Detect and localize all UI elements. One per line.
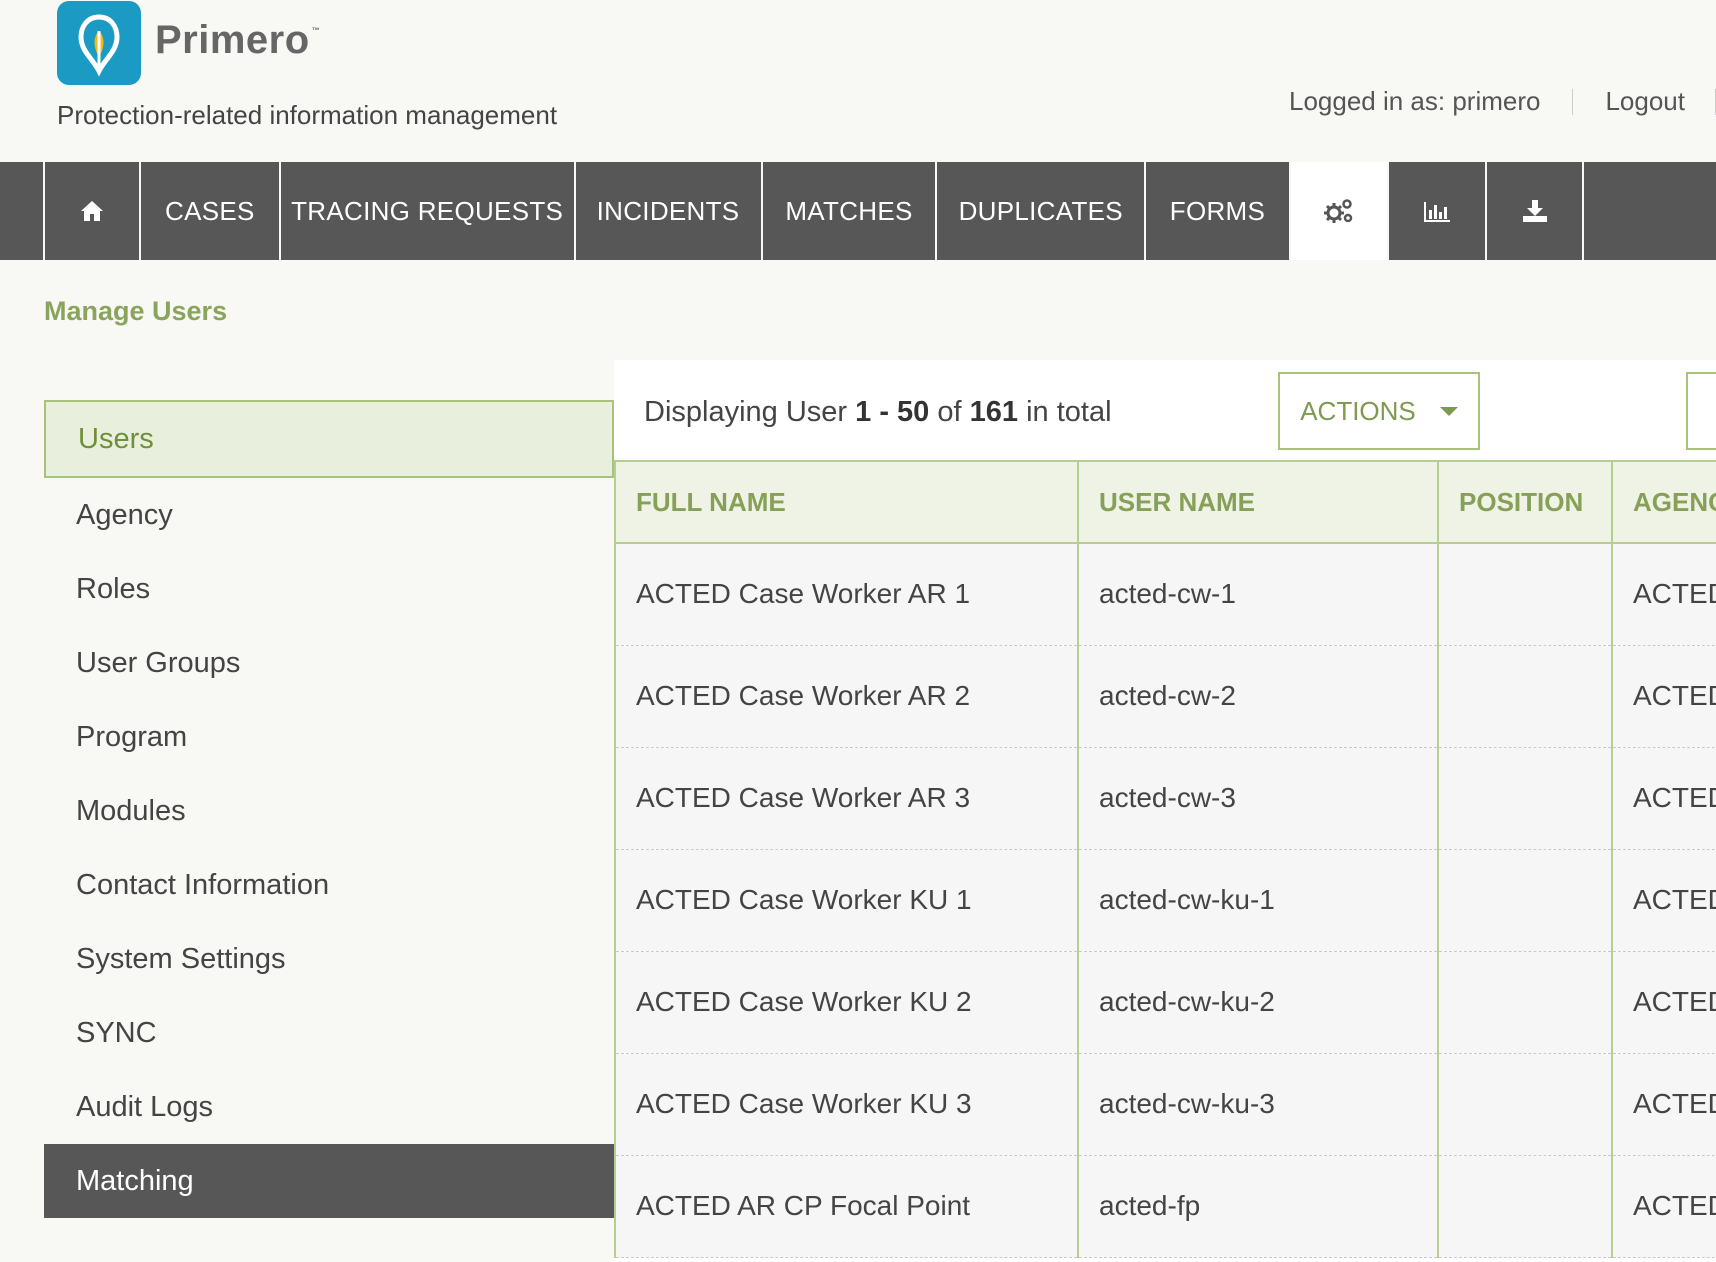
table-header-row: FULL NAME USER NAME POSITION AGENCY — [614, 460, 1716, 544]
sidebar-item-system-settings[interactable]: System Settings — [44, 922, 614, 996]
cell-agency: ACTED — [1611, 645, 1716, 748]
column-header-agency[interactable]: AGENCY — [1611, 460, 1716, 544]
sidebar-item-program[interactable]: Program — [44, 700, 614, 774]
cell-user-name: acted-cw-3 — [1077, 747, 1439, 850]
cell-agency: ACTED — [1611, 1053, 1716, 1156]
chevron-down-icon — [1439, 406, 1458, 416]
cell-user-name: acted-cw-ku-3 — [1077, 1053, 1439, 1156]
main-nav: CASES TRACING REQUESTS INCIDENTS MATCHES… — [0, 162, 1716, 260]
column-header-user-name[interactable]: USER NAME — [1077, 460, 1439, 544]
actions-label: ACTIONS — [1300, 395, 1416, 426]
nav-export[interactable] — [1485, 162, 1581, 260]
cell-user-name: acted-cw-ku-2 — [1077, 951, 1439, 1054]
table-row[interactable]: ACTED Case Worker AR 3 acted-cw-3 ACTED — [614, 747, 1716, 850]
divider — [1572, 88, 1574, 115]
breadcrumb[interactable]: Manage Users — [44, 296, 227, 327]
column-header-full-name[interactable]: FULL NAME — [614, 460, 1079, 544]
column-header-position[interactable]: POSITION — [1437, 460, 1613, 544]
table-row[interactable]: ACTED AR CP Focal Point acted-fp ACTED — [614, 1155, 1716, 1258]
sidebar-item-contact-information[interactable]: Contact Information — [44, 848, 614, 922]
cell-user-name: acted-fp — [1077, 1155, 1439, 1258]
table-row[interactable]: ACTED Case Worker KU 1 acted-cw-ku-1 ACT… — [614, 849, 1716, 952]
cell-position — [1437, 645, 1613, 748]
cell-position — [1437, 1155, 1613, 1258]
table-row[interactable]: ACTED Case Worker KU 2 acted-cw-ku-2 ACT… — [614, 951, 1716, 1054]
nav-home[interactable] — [43, 162, 138, 260]
cell-user-name: acted-cw-ku-1 — [1077, 849, 1439, 952]
cell-user-name: acted-cw-1 — [1077, 543, 1439, 646]
cell-position — [1437, 951, 1613, 1054]
logout-link[interactable]: Logout — [1605, 86, 1685, 117]
actions-dropdown-button[interactable]: ACTIONS — [1278, 372, 1480, 450]
cell-agency: ACTED — [1611, 1155, 1716, 1258]
cell-full-name[interactable]: ACTED Case Worker KU 1 — [614, 849, 1079, 952]
cell-position — [1437, 1053, 1613, 1156]
new-user-button[interactable] — [1686, 372, 1716, 450]
cell-full-name[interactable]: ACTED AR CP Focal Point — [614, 1155, 1079, 1258]
app-header: Primero ™ Protection-related information … — [0, 0, 1716, 162]
sidebar-item-roles[interactable]: Roles — [44, 552, 614, 626]
nav-duplicates[interactable]: DUPLICATES — [935, 162, 1144, 260]
logged-in-label: Logged in as: primero — [1288, 86, 1541, 116]
cell-agency: ACTED — [1611, 951, 1716, 1054]
cell-agency: ACTED — [1611, 849, 1716, 952]
cell-position — [1437, 849, 1613, 952]
table-row[interactable]: ACTED Case Worker AR 2 acted-cw-2 ACTED — [614, 645, 1716, 748]
nav-reports[interactable] — [1387, 162, 1485, 260]
nav-settings[interactable] — [1288, 162, 1388, 260]
cell-full-name[interactable]: ACTED Case Worker AR 3 — [614, 747, 1079, 850]
users-table: FULL NAME USER NAME POSITION AGENCY ACTE… — [614, 460, 1716, 1258]
sidebar-item-users[interactable]: Users — [44, 400, 614, 478]
sidebar-item-audit-logs[interactable]: Audit Logs — [44, 1070, 614, 1144]
home-icon — [80, 200, 104, 222]
nav-incidents[interactable]: INCIDENTS — [573, 162, 761, 260]
nav-forms[interactable]: FORMS — [1144, 162, 1289, 260]
sidebar-item-modules[interactable]: Modules — [44, 774, 614, 848]
primero-logo-icon[interactable] — [57, 1, 141, 85]
gears-icon — [1323, 198, 1354, 224]
cell-user-name: acted-cw-2 — [1077, 645, 1439, 748]
cell-full-name[interactable]: ACTED Case Worker AR 1 — [614, 543, 1079, 646]
cell-position — [1437, 747, 1613, 850]
sidebar-item-sync[interactable]: SYNC — [44, 996, 614, 1070]
record-count: Displaying User 1 - 50 of 161 in total — [644, 396, 1112, 428]
cell-full-name[interactable]: ACTED Case Worker KU 3 — [614, 1053, 1079, 1156]
bar-chart-icon — [1423, 200, 1451, 222]
cell-position — [1437, 543, 1613, 646]
table-row[interactable]: ACTED Case Worker AR 1 acted-cw-1 ACTED — [614, 543, 1716, 646]
nav-matches[interactable]: MATCHES — [760, 162, 936, 260]
sidebar-item-user-groups[interactable]: User Groups — [44, 626, 614, 700]
cell-full-name[interactable]: ACTED Case Worker AR 2 — [614, 645, 1079, 748]
cell-agency: ACTED — [1611, 747, 1716, 850]
user-area: Logged in as: primero Logout — [1289, 86, 1716, 117]
sidebar-item-agency[interactable]: Agency — [44, 478, 614, 552]
sidebar-item-matching[interactable]: Matching — [44, 1144, 614, 1218]
tagline: Protection-related information managemen… — [57, 100, 558, 130]
nav-cases[interactable]: CASES — [138, 162, 279, 260]
download-icon — [1522, 199, 1548, 223]
table-row[interactable]: ACTED Case Worker KU 3 acted-cw-ku-3 ACT… — [614, 1053, 1716, 1156]
cell-full-name[interactable]: ACTED Case Worker KU 2 — [614, 951, 1079, 1054]
brand-name: Primero ™ — [155, 18, 321, 62]
nav-tracing-requests[interactable]: TRACING REQUESTS — [278, 162, 574, 260]
nav-more[interactable] — [1581, 162, 1716, 260]
cell-agency: ACTED — [1611, 543, 1716, 646]
users-panel: Displaying User 1 - 50 of 161 in total A… — [614, 360, 1716, 1262]
admin-sidebar: Users Agency Roles User Groups Program M… — [44, 400, 614, 1218]
